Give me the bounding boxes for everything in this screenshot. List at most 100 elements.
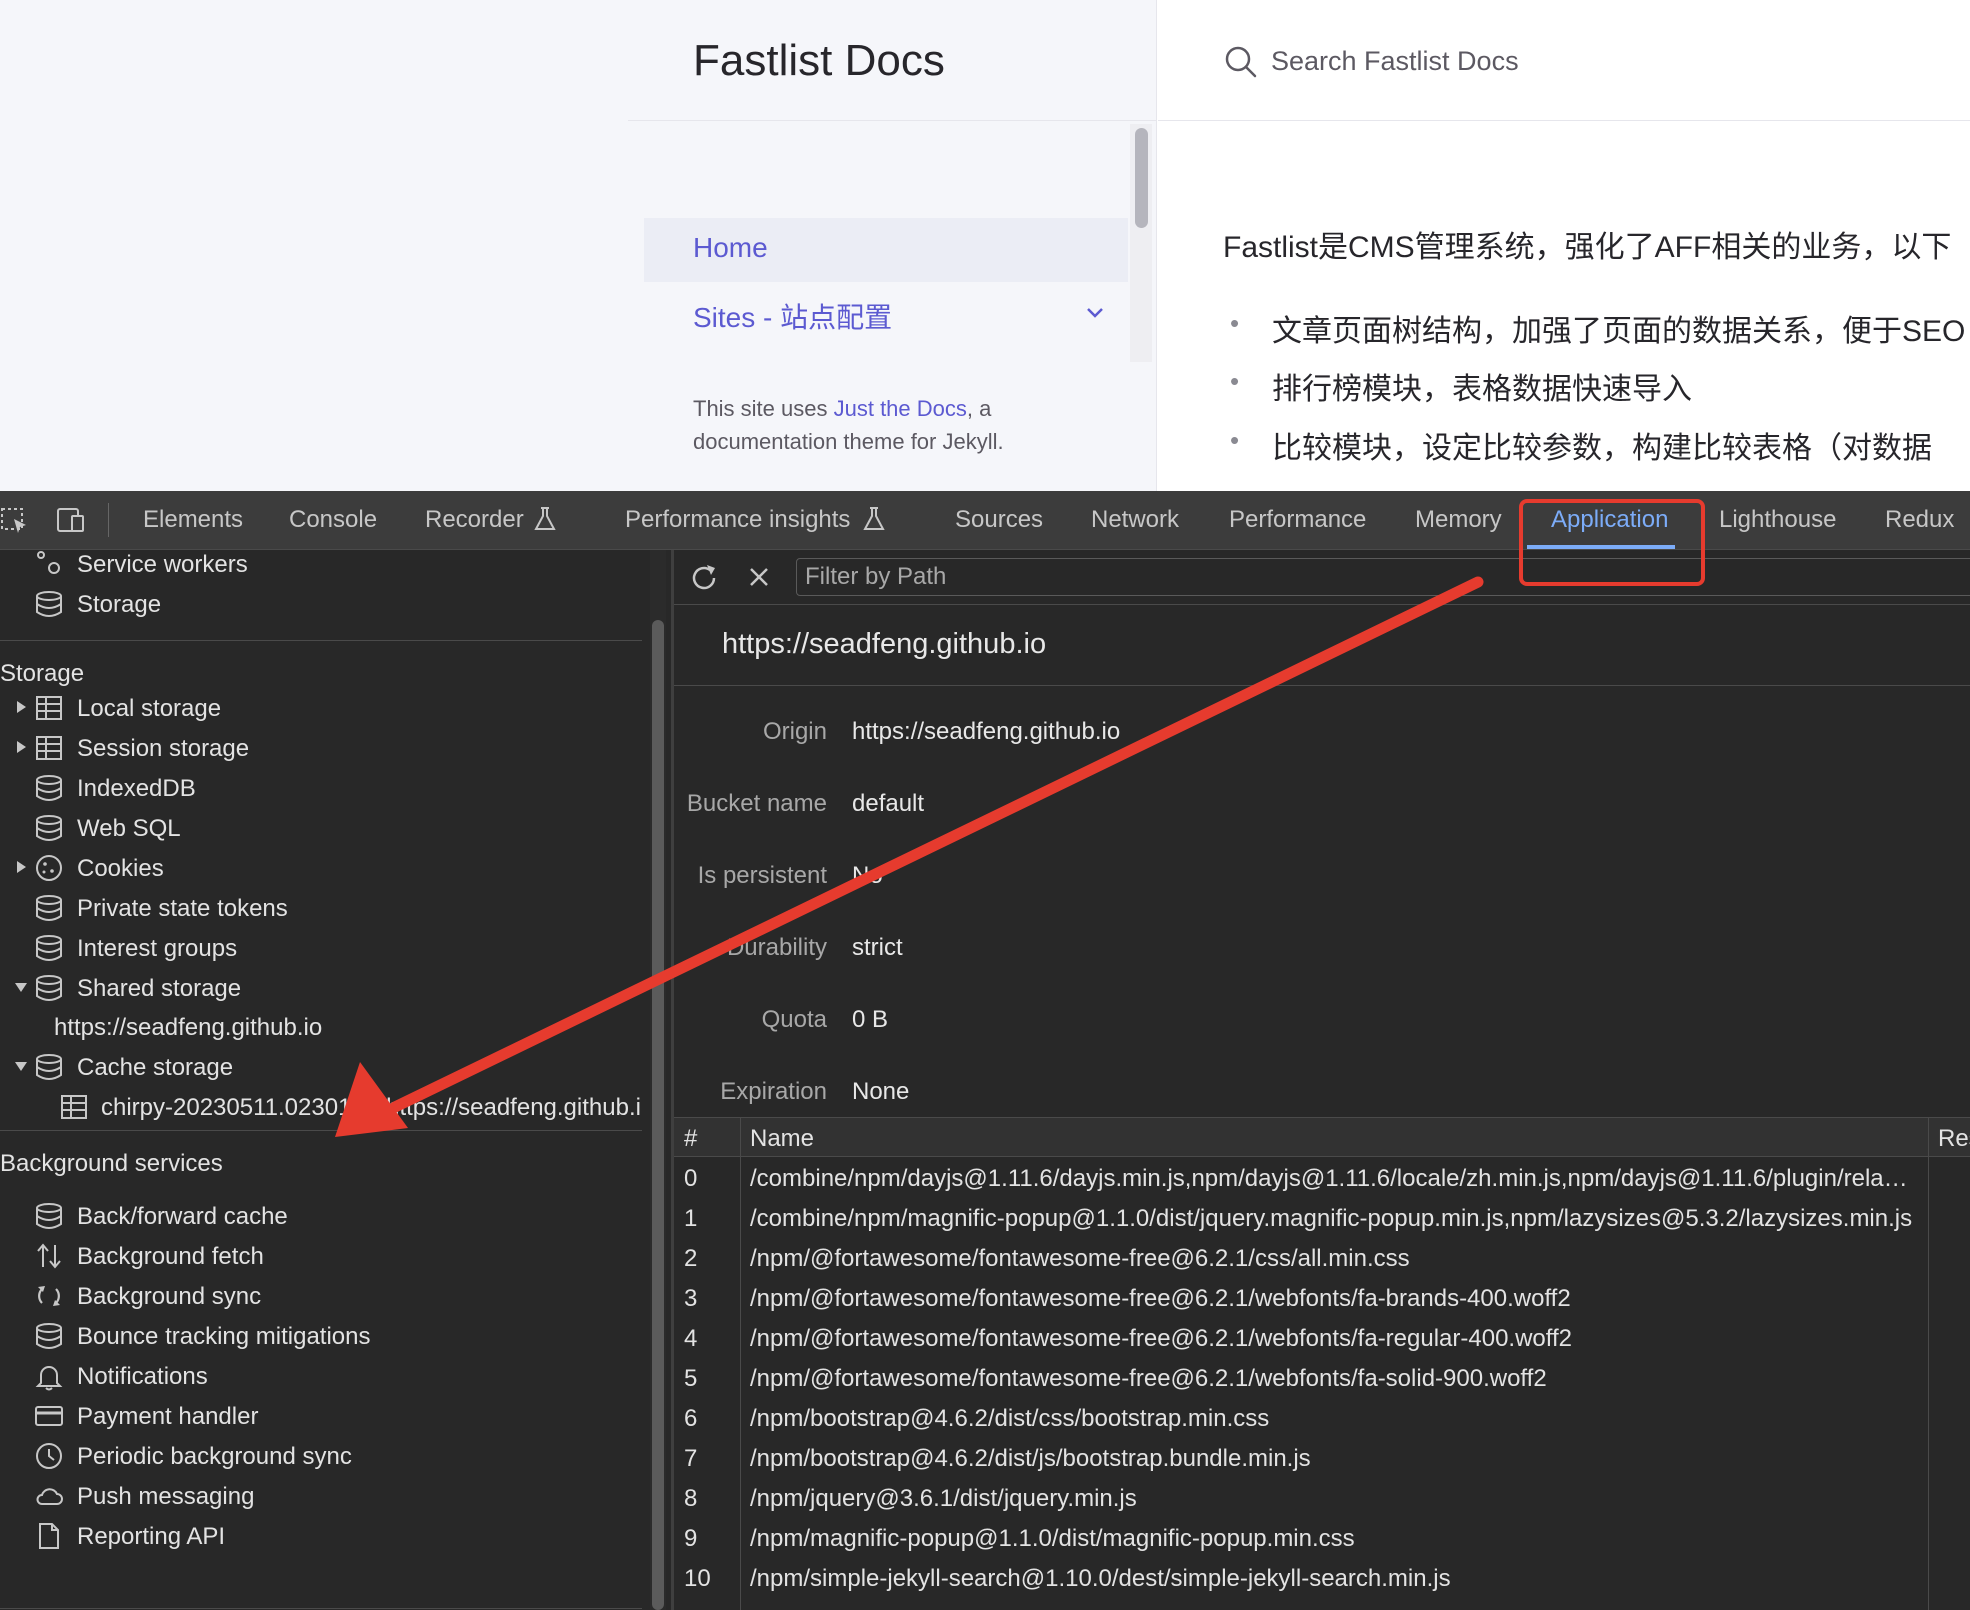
sidebar-item-cache-entry[interactable]: chirpy-20230511.023012 - https://seadfen… [0,1087,642,1127]
tab-sources[interactable]: Sources [955,506,1043,534]
tab-recorder[interactable]: Recorder [425,506,524,534]
sidebar-item-background-fetch[interactable]: Background fetch [0,1236,642,1276]
tab-console[interactable]: Console [289,506,377,534]
tab-application[interactable]: Application [1551,506,1668,534]
tab-performance[interactable]: Performance [1229,506,1366,534]
intro-paragraph: Fastlist是CMS管理系统，强化了AFF相关的业务，以下 [1223,231,1952,264]
tab-redux[interactable]: Redux [1885,506,1954,534]
info-value-is-persistent: No [852,862,883,889]
sync-icon [38,1286,60,1306]
sidebar-item-label: Notifications [77,1363,208,1390]
table-row[interactable]: 7/npm/bootstrap@4.6.2/dist/js/bootstrap.… [674,1438,1970,1478]
caret-right-icon[interactable] [14,700,28,714]
filter-by-path-input[interactable] [796,558,1970,596]
caret-down-icon[interactable] [14,980,28,994]
column-header-name[interactable]: Name [750,1125,814,1153]
sidebar-item-storage[interactable]: Storage [0,584,642,624]
sidebar-item-interest-groups[interactable]: Interest groups [0,928,642,968]
sidebar-item-service-workers[interactable]: Service workers [0,550,642,584]
sidebar-item-cache-storage[interactable]: Cache storage [0,1047,642,1087]
info-value-bucket-name: default [852,790,925,817]
scrollbar-thumb[interactable] [652,620,664,1610]
chevron-down-icon[interactable] [1082,300,1108,326]
table-row[interactable]: 9/npm/magnific-popup@1.1.0/dist/magnific… [674,1518,1970,1558]
cell-name: /npm/@fortawesome/fontawesome-free@6.2.1… [750,1325,1573,1352]
sidebar-item-cookies[interactable]: Cookies [0,848,642,888]
sidebar-item-label: Background fetch [77,1243,264,1270]
cell-name: /npm/jquery@3.6.1/dist/jquery.min.js [750,1485,1137,1512]
sidebar-item-label: Storage [77,591,162,618]
sidebar-item-notifications[interactable]: Notifications [0,1356,642,1396]
sidebar-item-label: Interest groups [77,935,238,962]
table-icon [61,1095,87,1119]
cell-name: /npm/magnific-popup@1.1.0/dist/magnific-… [750,1525,1355,1552]
cell-index: 9 [684,1525,698,1552]
info-value-expiration: None [852,1078,910,1105]
tab-lighthouse[interactable]: Lighthouse [1719,506,1836,534]
site-title[interactable]: Fastlist Docs [693,36,945,86]
caret-right-icon[interactable] [14,740,28,754]
sidebar-item-shared-origin[interactable]: https://seadfeng.github.io [0,1007,642,1047]
tab-memory[interactable]: Memory [1415,506,1502,534]
database-icon [36,1054,62,1080]
table-row[interactable]: 10/npm/simple-jekyll-search@1.10.0/dest/… [674,1558,1970,1598]
cell-index: 4 [684,1325,698,1352]
nav-item-home[interactable]: Home [644,218,1128,282]
cell-name: /combine/npm/dayjs@1.11.6/dayjs.min.js,n… [750,1165,1914,1192]
active-tab-indicator [1527,545,1675,549]
file-icon [39,1523,59,1549]
sidebar-item-web-sql[interactable]: Web SQL [0,808,642,848]
sidebar-item-background-sync[interactable]: Background sync [0,1276,642,1316]
tab-network[interactable]: Network [1091,506,1179,534]
sidebar-item-payment-handler[interactable]: Payment handler [0,1396,642,1436]
sidebar-item-session-storage[interactable]: Session storage [0,728,642,768]
sidebar-item-back-forward-cache[interactable]: Back/forward cache [0,1196,642,1236]
sidebar-item-private-state-tokens[interactable]: Private state tokens [0,888,642,928]
just-the-docs-link[interactable]: Just the Docs [834,396,967,421]
nav-item-sites[interactable]: Sites - 站点配置 [693,296,892,336]
table-row[interactable]: 1/combine/npm/magnific-popup@1.1.0/dist/… [674,1198,1970,1238]
database-icon [36,1323,62,1349]
sidebar-item-bounce-tracking-mitigations[interactable]: Bounce tracking mitigations [0,1316,642,1356]
sidebar-item-periodic-background-sync[interactable]: Periodic background sync [0,1436,642,1476]
info-value-durability: strict [852,934,903,961]
device-toolbar-icon[interactable] [55,505,85,535]
sidebar-item-indexeddb[interactable]: IndexedDB [0,768,642,808]
table-row[interactable]: 5/npm/@fortawesome/fontawesome-free@6.2.… [674,1358,1970,1398]
sidebar-item-reporting-api[interactable]: Reporting API [0,1516,642,1556]
sidebar-scrollbar[interactable] [650,550,666,1610]
search-input[interactable]: Search Fastlist Docs [1271,46,1519,77]
sidebar-item-local-storage[interactable]: Local storage [0,688,642,728]
scrollbar-thumb[interactable] [1135,128,1148,228]
caret-down-icon[interactable] [14,1059,28,1073]
column-header-response[interactable]: Res [1938,1125,1970,1153]
inspect-element-icon[interactable] [0,505,30,535]
table-row[interactable]: 8/npm/jquery@3.6.1/dist/jquery.min.js [674,1478,1970,1518]
table-row[interactable]: 0/combine/npm/dayjs@1.11.6/dayjs.min.js,… [674,1158,1970,1198]
sidebar-item-label: chirpy-20230511.023012 - https://seadfen… [101,1094,642,1121]
cell-index: 8 [684,1485,698,1512]
divider [674,685,1970,686]
sidebar-scrollbar[interactable] [1130,124,1152,362]
cell-name: /npm/@fortawesome/fontawesome-free@6.2.1… [750,1365,1547,1392]
column-header-index[interactable]: # [684,1125,697,1153]
cache-storage-view: https://seadfeng.github.io Origin https:/… [674,550,1970,1610]
table-row[interactable]: 6/npm/bootstrap@4.6.2/dist/css/bootstrap… [674,1398,1970,1438]
sidebar-item-push-messaging[interactable]: Push messaging [0,1476,642,1516]
sidebar-item-shared-storage[interactable]: Shared storage [0,968,642,1008]
table-row[interactable]: 2/npm/@fortawesome/fontawesome-free@6.2.… [674,1238,1970,1278]
caret-right-icon[interactable] [14,860,28,874]
table-header: # Name Res [674,1117,1970,1157]
sidebar-item-label: Bounce tracking mitigations [77,1323,371,1350]
refresh-icon[interactable] [688,562,720,594]
database-icon [36,935,62,961]
info-label-durability: Durability [726,934,827,961]
cell-index: 0 [684,1165,698,1192]
table-row[interactable]: 3/npm/@fortawesome/fontawesome-free@6.2.… [674,1278,1970,1318]
tab-elements[interactable]: Elements [143,506,243,534]
clear-icon[interactable] [746,564,772,590]
database-icon [36,591,62,617]
info-value-quota: 0 B [852,1006,889,1033]
tab-performance-insights[interactable]: Performance insights [625,506,850,534]
table-row[interactable]: 4/npm/@fortawesome/fontawesome-free@6.2.… [674,1318,1970,1358]
